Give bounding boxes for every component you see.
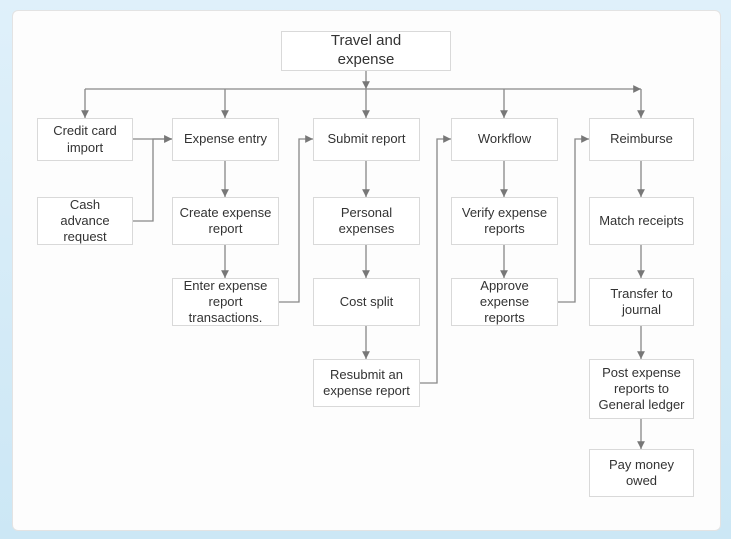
node-enter-expense-transactions: Enter expense report transactions. bbox=[172, 278, 279, 326]
node-create-expense-report: Create expense report bbox=[172, 197, 279, 245]
node-pay-money-owed: Pay money owed bbox=[589, 449, 694, 497]
node-cost-split: Cost split bbox=[313, 278, 420, 326]
node-personal-expenses: Personal expenses bbox=[313, 197, 420, 245]
node-approve-expense-reports: Approve expense reports bbox=[451, 278, 558, 326]
node-post-to-general-ledger: Post expense reports to General ledger bbox=[589, 359, 694, 419]
node-verify-expense-reports: Verify expense reports bbox=[451, 197, 558, 245]
node-credit-card-import: Credit card import bbox=[37, 118, 133, 161]
node-match-receipts: Match receipts bbox=[589, 197, 694, 245]
node-expense-entry: Expense entry bbox=[172, 118, 279, 161]
node-travel-and-expense: Travel and expense bbox=[281, 31, 451, 71]
node-submit-report: Submit report bbox=[313, 118, 420, 161]
node-workflow: Workflow bbox=[451, 118, 558, 161]
node-resubmit-expense-report: Resubmit an expense report bbox=[313, 359, 420, 407]
node-transfer-to-journal: Transfer to journal bbox=[589, 278, 694, 326]
node-cash-advance-request: Cash advance request bbox=[37, 197, 133, 245]
node-reimburse: Reimburse bbox=[589, 118, 694, 161]
diagram-panel: Travel and expense Credit card import Ex… bbox=[12, 10, 721, 531]
